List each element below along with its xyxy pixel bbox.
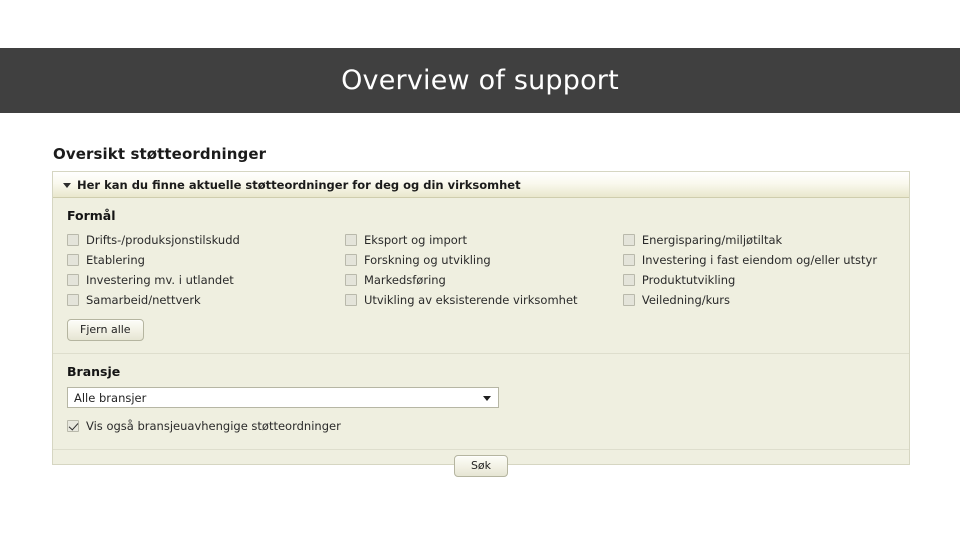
checkbox-icon[interactable] <box>67 420 79 432</box>
checkbox-row[interactable]: Produktutvikling <box>622 271 895 289</box>
clear-all-button-wrap: Fjern alle <box>67 319 895 341</box>
checkbox-row[interactable]: Samarbeid/nettverk <box>67 291 345 309</box>
slide-title-banner: Overview of support <box>0 48 960 113</box>
panel-collapsible-header[interactable]: Her kan du finne aktuelle støtteordninge… <box>53 171 909 198</box>
checkbox-label: Eksport og import <box>363 233 468 247</box>
checkbox-icon[interactable] <box>67 294 79 306</box>
checkbox-label: Energisparing/miljøtiltak <box>641 233 783 247</box>
checkbox-icon[interactable] <box>344 294 357 306</box>
checkbox-icon[interactable] <box>622 254 635 266</box>
checkbox-label: Produktutvikling <box>641 273 736 287</box>
checkbox-icon[interactable] <box>344 234 357 246</box>
checkbox-icon[interactable] <box>344 254 357 266</box>
slide-title: Overview of support <box>341 65 619 96</box>
checkbox-row[interactable]: Investering mv. i utlandet <box>67 271 345 289</box>
slide-page: Overview of support Oversikt støtteordni… <box>0 0 960 540</box>
support-schemes-panel: Her kan du finne aktuelle støtteordninge… <box>52 171 910 477</box>
chevron-down-icon[interactable] <box>483 395 491 401</box>
checkbox-icon[interactable] <box>344 274 357 286</box>
checkbox-icon[interactable] <box>622 274 635 286</box>
checkbox-label: Investering i fast eiendom og/eller utst… <box>641 253 878 267</box>
checkbox-row[interactable]: Markedsføring <box>344 271 623 289</box>
panel-header-label: Her kan du finne aktuelle støtteordninge… <box>77 177 521 192</box>
chevron-down-icon[interactable] <box>63 182 71 188</box>
purpose-section-title: Formål <box>67 208 116 223</box>
checkbox-row[interactable]: Utvikling av eksisterende virksomhet <box>344 291 623 309</box>
checkbox-row[interactable]: Veiledning/kurs <box>622 291 895 309</box>
checkbox-row[interactable]: Energisparing/miljøtiltak <box>622 231 895 249</box>
purpose-section: Formål Drifts-/produksjonstilskudd Etabl… <box>53 198 909 353</box>
search-button[interactable]: Søk <box>453 455 509 477</box>
checkbox-row[interactable]: Drifts-/produksjonstilskudd <box>67 231 345 249</box>
industry-select[interactable]: Alle bransjer <box>67 387 499 408</box>
checkbox-label: Etablering <box>86 253 145 267</box>
checkbox-label: Utvikling av eksisterende virksomhet <box>363 293 578 307</box>
purpose-checkbox-grid: Drifts-/produksjonstilskudd Etablering I… <box>67 231 895 311</box>
checkbox-row[interactable]: Etablering <box>67 251 345 269</box>
submit-row: Søk <box>53 449 909 482</box>
checkbox-row[interactable]: Investering i fast eiendom og/eller utst… <box>622 251 895 269</box>
checkbox-icon[interactable] <box>622 294 635 306</box>
checkbox-row[interactable]: Eksport og import <box>344 231 623 249</box>
purpose-column-2: Eksport og import Forskning og utvikling… <box>344 231 623 311</box>
checkbox-icon[interactable] <box>67 274 79 286</box>
page-title: Oversikt støtteordninger <box>53 145 267 163</box>
purpose-column-1: Drifts-/produksjonstilskudd Etablering I… <box>67 231 345 311</box>
checkbox-label: Vis også bransjeuavhengige støtteordning… <box>86 419 341 433</box>
purpose-column-3: Energisparing/miljøtiltak Investering i … <box>622 231 895 311</box>
industry-section: Bransje Alle bransjer Vis også bransjeua… <box>53 353 909 449</box>
checkbox-label: Markedsføring <box>363 273 446 287</box>
checkbox-icon[interactable] <box>67 254 79 266</box>
checkbox-label: Investering mv. i utlandet <box>86 273 234 287</box>
checkbox-label: Samarbeid/nettverk <box>86 293 201 307</box>
industry-select-value: Alle bransjer <box>74 390 147 405</box>
embedded-screenshot: Oversikt støtteordninger Her kan du finn… <box>0 113 960 540</box>
checkbox-label: Veiledning/kurs <box>641 293 730 307</box>
checkbox-icon[interactable] <box>67 234 79 246</box>
checkbox-label: Drifts-/produksjonstilskudd <box>86 233 240 247</box>
checkbox-icon[interactable] <box>622 234 635 246</box>
checkbox-row[interactable]: Forskning og utvikling <box>344 251 623 269</box>
clear-all-button[interactable]: Fjern alle <box>67 319 144 341</box>
industry-independent-checkbox-row[interactable]: Vis også bransjeuavhengige støtteordning… <box>67 417 895 435</box>
checkbox-label: Forskning og utvikling <box>363 253 491 267</box>
industry-section-title: Bransje <box>67 364 121 379</box>
